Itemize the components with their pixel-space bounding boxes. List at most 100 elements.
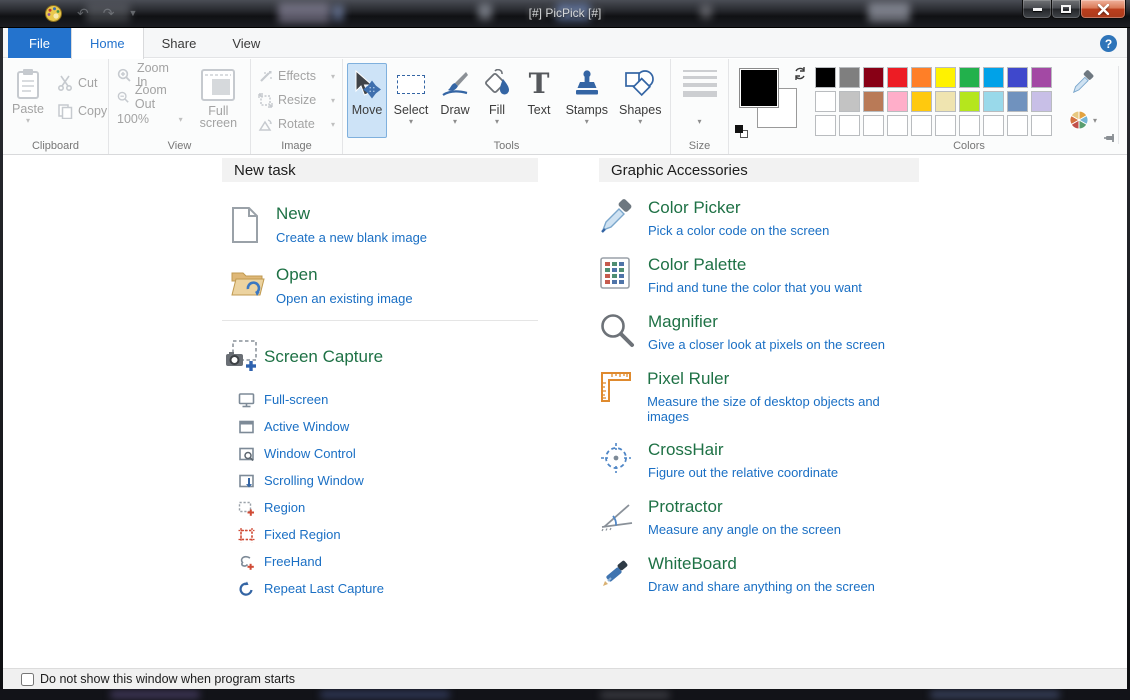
effects-button[interactable]: Effects ▾ [255,64,338,88]
capture-item-repeat-last-capture[interactable]: Repeat Last Capture [222,575,538,602]
color-swatch[interactable] [1031,67,1052,88]
color-swatch[interactable] [839,91,860,112]
color-swatch[interactable] [815,67,836,88]
tool-shapes-button[interactable]: Shapes ▾ [615,63,667,138]
resize-button[interactable]: Resize ▾ [255,88,338,112]
capture-item-full-screen[interactable]: Full-screen [222,386,538,413]
color-picker-icon [599,198,633,234]
accessory-pixel-ruler[interactable]: Pixel Ruler Measure the size of desktop … [599,369,919,424]
tool-stamps-button[interactable]: Stamps ▾ [561,63,612,138]
rotate-button[interactable]: Rotate ▾ [255,112,338,136]
tool-select-button[interactable]: Select ▾ [389,63,433,138]
zoom-out-button[interactable]: Zoom Out [113,86,187,108]
accessory-crosshair[interactable]: CrossHair Figure out the relative coordi… [599,440,919,481]
accessory-magnifier[interactable]: Magnifier Give a closer look at pixels o… [599,312,919,353]
color-swatch[interactable] [1031,115,1052,136]
resize-icon [258,93,273,108]
paste-button[interactable]: Paste ▾ [7,64,49,138]
capture-item-freehand[interactable]: FreeHand [222,548,538,575]
accessory-color-palette[interactable]: Color Palette Find and tune the color th… [599,255,919,296]
undo-icon[interactable]: ↶ [77,3,89,23]
color-swatch[interactable] [959,67,980,88]
color-wheel-dropdown[interactable]: ▾ [1069,110,1097,130]
color-swatch[interactable] [911,67,932,88]
capture-item-scrolling-window[interactable]: Scrolling Window [222,467,538,494]
size-icon[interactable] [683,70,717,97]
color-swatch[interactable] [1007,67,1028,88]
quick-access-toolbar: ↶ ↷ ▼ [44,3,137,23]
maximize-button[interactable] [1051,0,1081,19]
do-not-show-checkbox[interactable] [21,673,34,686]
color-swatch[interactable] [935,67,956,88]
color-swatch[interactable] [839,115,860,136]
size-dropdown[interactable]: ▾ [675,111,724,129]
group-label-tools: Tools [343,140,670,152]
color-swatch[interactable] [935,91,956,112]
foreground-color-swatch[interactable] [739,68,779,108]
color-swatch[interactable] [863,115,884,136]
group-tools: Move Select ▾ Draw ▾ [343,59,671,154]
accessory-desc: Pick a color code on the screen [648,223,829,238]
color-swatch[interactable] [911,91,932,112]
color-swatch[interactable] [935,115,956,136]
capture-item-fixed-region[interactable]: Fixed Region [222,521,538,548]
tab-file[interactable]: File [8,28,71,58]
window-border-bottom [0,689,1130,700]
color-swatch[interactable] [887,91,908,112]
tool-text-button[interactable]: T Text [519,63,559,138]
resize-label: Resize [278,93,316,107]
minimize-button[interactable] [1022,0,1052,19]
tool-move-button[interactable]: Move [347,63,387,138]
capture-item-window-control[interactable]: Window Control [222,440,538,467]
pin-ribbon-icon[interactable] [1102,132,1117,146]
color-swatch[interactable] [815,91,836,112]
tab-share[interactable]: Share [144,28,215,58]
capture-item-region[interactable]: Region [222,494,538,521]
swap-colors-icon[interactable] [793,66,807,81]
help-button[interactable]: ? [1100,35,1117,52]
color-swatch[interactable] [887,115,908,136]
open-image-item[interactable]: Open Open an existing image [230,265,538,306]
capture-label: Region [264,500,305,515]
reset-colors-icon[interactable] [735,125,748,138]
tab-view[interactable]: View [214,28,278,58]
color-swatch[interactable] [959,115,980,136]
color-swatch[interactable] [863,67,884,88]
tool-stamps-label: Stamps [566,103,608,117]
accessory-color-picker[interactable]: Color Picker Pick a color code on the sc… [599,198,919,239]
new-image-item[interactable]: New Create a new blank image [230,204,538,249]
zoom-level-dropdown[interactable]: 100% ▾ [113,108,187,130]
color-swatch[interactable] [815,115,836,136]
full-screen-button[interactable]: Full screen [191,64,246,138]
color-swatch[interactable] [839,67,860,88]
zoom-out-icon [117,90,130,105]
quick-access-dropdown-icon[interactable]: ▼ [128,8,137,18]
color-swatch[interactable] [887,67,908,88]
accessory-protractor[interactable]: Protractor Measure any angle on the scre… [599,497,919,538]
tab-home[interactable]: Home [71,28,144,59]
tool-draw-button[interactable]: Draw ▾ [435,63,475,138]
capture-item-active-window[interactable]: Active Window [222,413,538,440]
color-swatch[interactable] [1007,115,1028,136]
close-icon [1097,4,1110,15]
color-swatch[interactable] [983,67,1004,88]
ribbon-color-picker-icon[interactable] [1070,68,1096,96]
color-swatch[interactable] [959,91,980,112]
screen-capture-item[interactable]: Screen Capture [224,339,538,378]
close-button[interactable] [1080,0,1126,19]
fill-icon [482,69,512,99]
foreground-background-widget[interactable] [737,66,801,132]
tool-select-label: Select [394,103,429,117]
color-swatch[interactable] [911,115,932,136]
color-swatch[interactable] [983,91,1004,112]
color-swatch[interactable] [1031,91,1052,112]
accessory-whiteboard[interactable]: WhiteBoard Draw and share anything on th… [599,554,919,595]
color-swatch[interactable] [863,91,884,112]
copy-button[interactable]: Copy [53,100,111,122]
tool-fill-button[interactable]: Fill ▾ [477,63,517,138]
color-swatch[interactable] [983,115,1004,136]
cut-button[interactable]: Cut [53,72,111,94]
size-dropdown-icon: ▾ [697,117,701,126]
color-swatch[interactable] [1007,91,1028,112]
redo-icon[interactable]: ↷ [103,3,115,23]
